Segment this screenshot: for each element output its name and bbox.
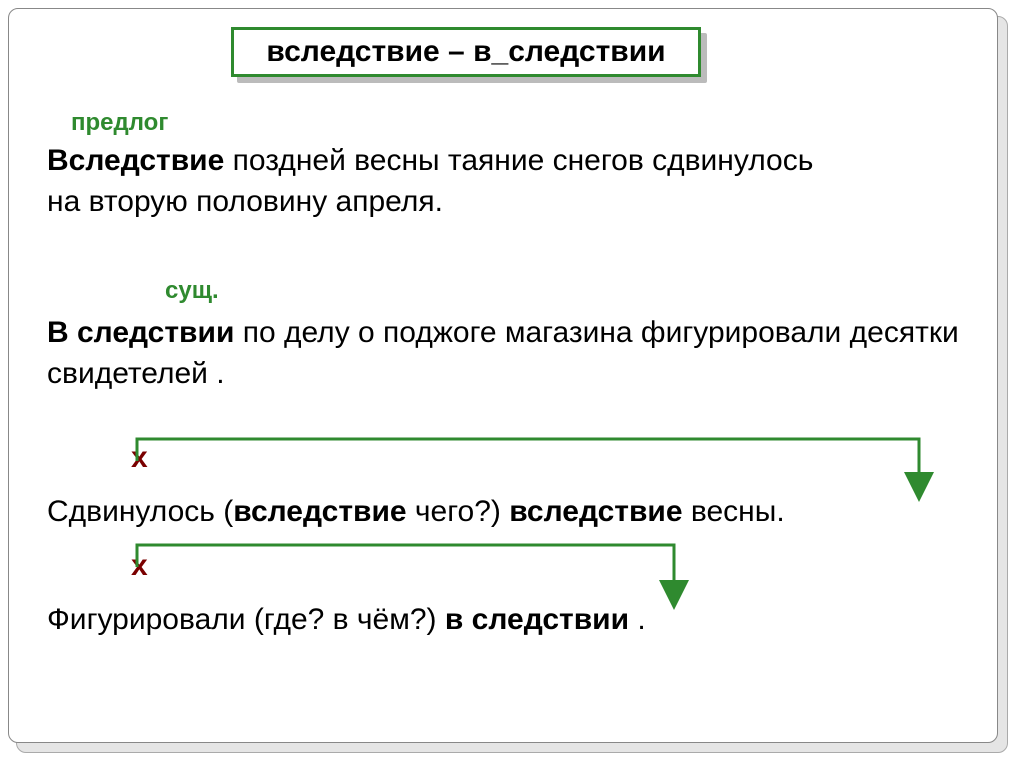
x-mark-2: х — [131, 549, 148, 583]
row2-w3: . — [629, 603, 646, 636]
dependency-row-1: Сдвинулось (вследствие чего?) вследствие… — [47, 495, 959, 529]
label-predlog: предлог — [71, 109, 168, 137]
title-box: вследствие – в_следствии — [231, 27, 701, 77]
para1-line2: на вторую половину апреля. — [47, 185, 443, 218]
para1-post: поздней весны таяние снегов сдвинулось — [224, 144, 813, 177]
row2-w1: Фигурировали (где? в чём?) — [47, 603, 445, 636]
label-sush: сущ. — [165, 277, 219, 305]
para1-bold: Вследствие — [47, 144, 224, 177]
row2-w2: в следствии — [445, 603, 629, 636]
dependency-row-2: Фигурировали (где? в чём?) в следствии . — [47, 603, 959, 637]
row1-w3: чего?) — [407, 495, 510, 528]
card: вследствие – в_следствии предлог Вследст… — [8, 8, 998, 743]
row1-w4: вследствие — [509, 495, 682, 528]
row1-w1: Сдвинулось ( — [47, 495, 233, 528]
title-text: вследствие – в_следствии — [266, 35, 665, 69]
row1-w5: весны. — [683, 495, 785, 528]
row1-w2: вследствие — [233, 495, 406, 528]
x-mark-1: х — [131, 441, 148, 475]
paragraph-1: Вследствие поздней весны таяние снегов с… — [47, 141, 959, 222]
para2-bold: В следствии — [47, 316, 234, 349]
paragraph-2: В следствии по делу о поджоге магазина ф… — [47, 313, 959, 394]
